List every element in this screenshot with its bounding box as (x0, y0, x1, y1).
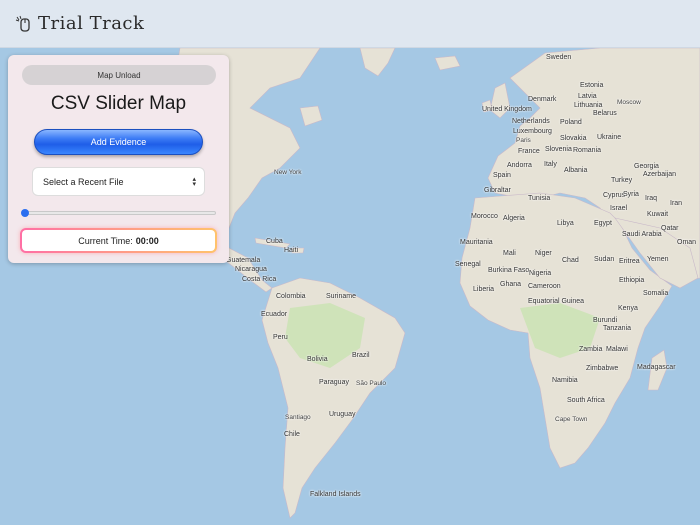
map-label: São Paulo (356, 380, 386, 387)
map-label: Namibia (552, 377, 578, 384)
current-time-label: Current Time: (78, 235, 133, 246)
map-label: Libya (557, 220, 574, 227)
map-label: Peru (273, 334, 288, 341)
map-label: Slovenia (545, 146, 572, 153)
map-label: Nigeria (529, 270, 552, 277)
map-label: Colombia (276, 293, 306, 300)
map-label: Georgia (634, 163, 659, 170)
map-label: Algeria (503, 215, 525, 222)
map-label: Poland (560, 119, 582, 126)
time-slider-thumb[interactable] (21, 209, 29, 217)
map-label: Cuba (266, 238, 283, 245)
map-label: Niger (535, 250, 552, 257)
map-label: Israel (610, 205, 628, 212)
map-label: Burundi (593, 317, 618, 324)
map-label: Kuwait (647, 211, 669, 218)
map-label: Latvia (578, 93, 597, 100)
map-label: Paraguay (319, 379, 349, 386)
map-label: Luxembourg (513, 128, 552, 135)
map-label: Cameroon (528, 283, 561, 290)
map-label: Bolivia (307, 356, 328, 363)
map-label: Albania (564, 167, 588, 174)
recent-file-select[interactable]: Select a Recent File ▴ ▾ (32, 167, 205, 196)
map-label: Mali (503, 250, 516, 257)
map-label: Guatemala (226, 257, 261, 264)
app-header: Trial Track (0, 0, 700, 48)
map-label: Liberia (473, 286, 495, 293)
map-label: Falkland Islands (310, 491, 361, 498)
map-label: Sudan (594, 256, 615, 263)
select-chevron-icon: ▴ ▾ (192, 176, 196, 188)
map-label: Madagascar (637, 364, 676, 371)
map-label: Netherlands (512, 118, 550, 125)
map-label: Somalia (643, 290, 669, 297)
map-label: United Kingdom (482, 106, 532, 113)
map-label: Senegal (455, 261, 481, 268)
recent-file-select-value: Select a Recent File (43, 176, 124, 187)
map-label: Oman (677, 239, 697, 246)
map-label: Sweden (546, 54, 572, 61)
map-unload-button[interactable]: Map Unload (22, 65, 216, 85)
map-label: Turkey (611, 177, 633, 184)
map-label: Eritrea (619, 258, 640, 265)
panel-title: CSV Slider Map (50, 93, 187, 114)
map-label: South Africa (567, 397, 605, 404)
map-label: Zimbabwe (586, 365, 619, 372)
map-label: Yemen (647, 256, 669, 263)
map-label: France (518, 148, 540, 155)
map-label: Moscow (617, 99, 641, 106)
map-label: Spain (493, 172, 511, 179)
map-label: Burkina Faso (488, 267, 530, 274)
map-label: Azerbaijan (643, 171, 677, 178)
map-label: Uruguay (329, 411, 356, 418)
time-slider[interactable] (21, 209, 216, 217)
map-label: Brazil (352, 352, 370, 359)
map-label: Paris (516, 137, 531, 144)
map-label: Iran (670, 200, 683, 207)
map-label: Tunisia (528, 195, 551, 202)
map-label: Chad (562, 257, 579, 264)
map-label: Qatar (661, 225, 679, 232)
map-label: Ecuador (261, 311, 288, 318)
map-label: Cyprus (603, 192, 626, 199)
map-label: Iraq (645, 195, 658, 202)
map-label: Suriname (326, 293, 356, 300)
map-label: Andorra (507, 162, 532, 169)
map-label: Cape Town (555, 416, 588, 423)
map-label: Ghana (500, 281, 522, 288)
map-label: Saudi Arabia (622, 231, 662, 238)
map-label: Denmark (528, 96, 557, 103)
map-label: Haiti (284, 247, 299, 254)
control-panel: Map Unload CSV Slider Map Add Evidence S… (8, 55, 229, 263)
map-label: Syria (623, 191, 639, 198)
map-label: Italy (544, 161, 557, 168)
map-label: Zambia (579, 346, 603, 353)
map-label: Gibraltar (484, 187, 511, 194)
brand-title: Trial Track (38, 13, 145, 34)
map-label: Ethiopia (619, 277, 645, 284)
map-label: Nicaragua (235, 266, 267, 273)
map-label: Chile (284, 431, 300, 438)
map-label: Estonia (580, 82, 604, 89)
map-label: Tanzania (603, 325, 632, 332)
map-label: Slovakia (560, 135, 587, 142)
map-label: Morocco (471, 213, 498, 220)
map-label: Ukraine (597, 134, 622, 141)
map-label: Equatorial Guinea (528, 298, 585, 305)
map-label: Lithuania (574, 102, 603, 109)
map-label: Costa Rica (242, 276, 277, 283)
map-label: Belarus (593, 110, 617, 117)
map-label: Romania (573, 147, 602, 154)
mouse-cursor-icon (15, 15, 30, 32)
current-time-value: 00:00 (135, 235, 159, 246)
map-label: Egypt (594, 220, 612, 227)
map-label: New York (274, 169, 302, 176)
add-evidence-button[interactable]: Add Evidence (34, 129, 203, 155)
map-label: Malawi (606, 346, 628, 353)
map-label: Santiago (285, 414, 311, 421)
current-time-display: Current Time: 00:00 (20, 228, 217, 253)
map-label: Mauritania (460, 239, 493, 246)
map-label: Kenya (618, 305, 638, 312)
